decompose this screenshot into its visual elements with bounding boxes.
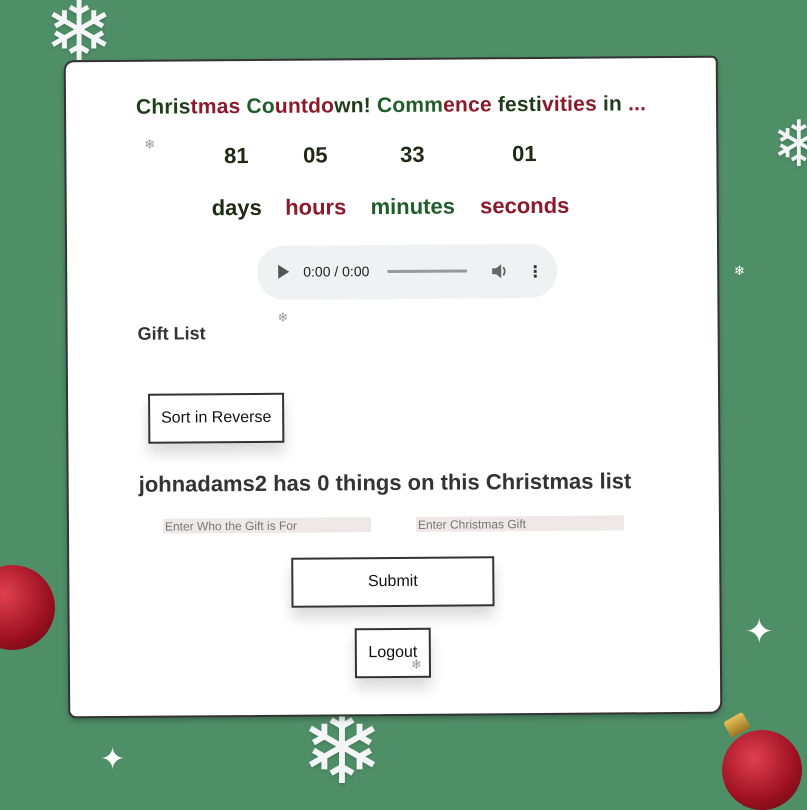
ornament-left-icon — [0, 565, 55, 650]
snowflake-right-icon: ❄ — [772, 108, 807, 182]
audio-progress-slider[interactable] — [387, 269, 468, 274]
title-part: vities — [541, 92, 604, 116]
hours-value: 05 — [303, 142, 328, 168]
more-vert-icon[interactable]: ⋮ — [527, 262, 543, 281]
recipient-input[interactable] — [162, 517, 372, 534]
volume-icon[interactable] — [489, 261, 509, 281]
title-part: festi — [497, 92, 543, 117]
title-part: Chris — [135, 95, 191, 119]
snowflake-icon: ❄ — [144, 137, 156, 153]
snowflake-icon: ❄ — [277, 310, 289, 326]
title-part: Co — [246, 94, 275, 119]
sparkle-icon: ✦ — [745, 612, 774, 652]
title-part: ... — [627, 92, 647, 116]
title-part: ence — [443, 93, 498, 117]
audio-player[interactable]: 0:00 / 0:00 ⋮ — [257, 243, 558, 300]
title-part: untdo — [274, 94, 335, 118]
title-part: tmas — [190, 95, 247, 119]
countdown-card: Christmas Countdown! Commence festivitie… — [63, 55, 723, 719]
audio-time: 0:00 / 0:00 — [303, 263, 370, 280]
minutes-value: 33 — [400, 141, 425, 167]
days-value: 81 — [224, 143, 249, 169]
title-part: in — [602, 92, 629, 116]
title-part: Comm — [376, 93, 444, 118]
snowflake-icon: ❄ — [410, 657, 422, 673]
play-icon[interactable] — [278, 264, 290, 279]
gift-input[interactable] — [415, 515, 625, 532]
page-title: Christmas Countdown! Commence festivitie… — [91, 92, 691, 120]
minutes-label: minutes — [370, 193, 455, 220]
sparkle-icon: ✦ — [100, 742, 126, 777]
seconds-value: 01 — [512, 140, 537, 167]
title-part: wn! — [334, 94, 378, 118]
snowflake-small-icon: ❄ — [734, 264, 745, 279]
submit-button[interactable]: Submit — [291, 556, 495, 608]
sort-reverse-button[interactable]: Sort in Reverse — [148, 392, 285, 444]
gift-list-summary: johnadams2 has 0 things on this Christma… — [138, 468, 632, 497]
seconds-label: seconds — [480, 192, 570, 219]
ornament-bottom-right-icon — [722, 730, 802, 810]
gift-list-heading: Gift List — [137, 323, 206, 344]
